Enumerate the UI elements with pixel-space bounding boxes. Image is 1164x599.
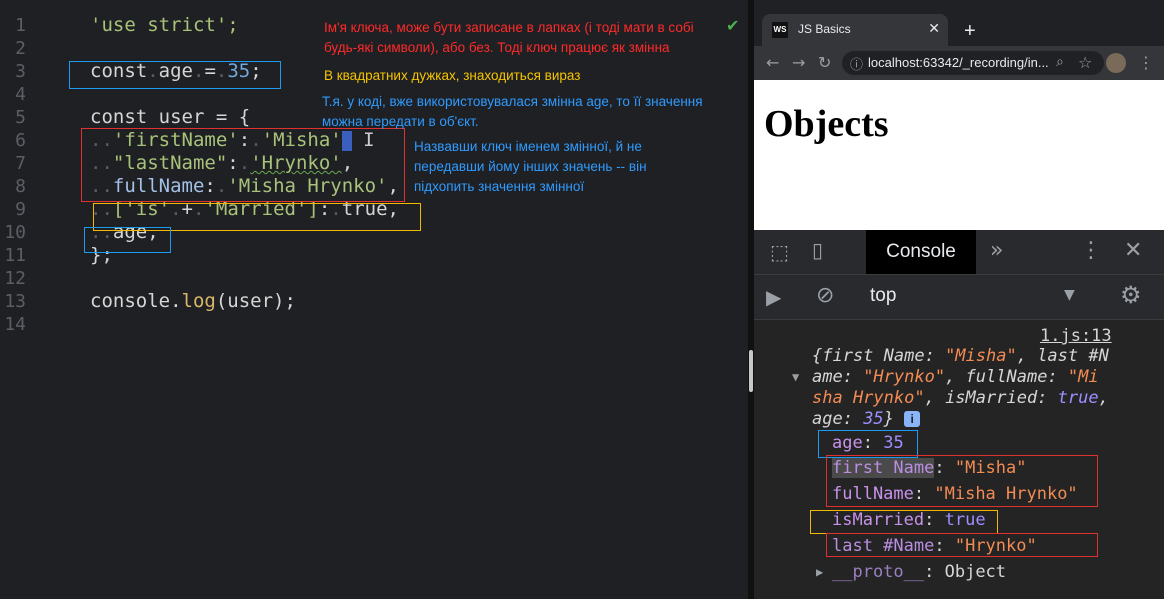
console-toolbar: ▶ ⊘ top ▼ ⚙ [754, 275, 1164, 320]
line-number: 5 [15, 107, 26, 128]
zoom-icon[interactable]: ⌕ [1056, 54, 1064, 70]
code-line-10: ..age, [90, 221, 159, 243]
code-editor[interactable]: 1 2 3 4 5 6 7 8 9 10 11 12 13 14 'use st… [0, 0, 748, 599]
property-row: fullName: "Misha Hrynko" [832, 484, 1078, 504]
gear-icon[interactable]: ⚙ [1120, 281, 1142, 309]
property-row: __proto__: Object [832, 562, 1007, 582]
code-line-8: ..fullName:.'Misha Hrynko', [90, 175, 399, 197]
reload-icon[interactable]: ↻ [818, 53, 831, 72]
page-viewport: Objects [754, 80, 1164, 230]
address-bar[interactable]: ⓘ localhost:63342/_recording/in... [842, 51, 1104, 75]
note-computed-key: В квадратних дужках, знаходиться вираз [324, 68, 581, 83]
text-cursor [341, 130, 352, 151]
tab-console[interactable]: Console [866, 230, 976, 274]
object-summary-line: {first Name: "Misha", last #N [812, 346, 1109, 366]
sidebar-toggle-icon[interactable]: ▶ [766, 285, 781, 309]
line-number: 4 [15, 84, 26, 105]
object-summary-line: ame: "Hrynko", fullName: "Mi [812, 367, 1099, 387]
inspect-element-icon[interactable]: ⬚ [770, 240, 789, 264]
browser-tab[interactable]: WS JS Basics ✕ [762, 14, 948, 46]
line-number: 3 [15, 61, 26, 82]
note-age-variable: Т.я. у коді, вже використовувалася змінн… [322, 94, 703, 129]
property-row: isMarried: true [832, 510, 986, 530]
line-number: 2 [15, 38, 26, 59]
new-tab-icon[interactable]: + [964, 20, 976, 43]
line-number: 1 [15, 15, 26, 36]
more-tabs-icon[interactable]: » [990, 238, 1003, 263]
code-line-3: const.age.=.35; [90, 60, 262, 82]
line-number: 7 [15, 153, 26, 174]
code-line-5: const user = { [90, 106, 251, 128]
resize-handle[interactable] [749, 350, 753, 392]
object-summary-line: age: 35} i [812, 409, 921, 430]
forward-icon[interactable]: → [792, 53, 805, 72]
expand-arrow-icon[interactable]: ▼ [792, 367, 799, 388]
info-badge-icon[interactable]: i [904, 411, 921, 427]
bookmark-star-icon[interactable]: ☆ [1078, 53, 1092, 72]
browser-window: WS JS Basics ✕ + ← → ↻ ⓘ localhost:63342… [754, 0, 1164, 599]
code-line-13: console.log(user); [90, 290, 296, 312]
line-number: 12 [4, 268, 26, 289]
info-icon[interactable]: ⓘ [850, 54, 863, 73]
note-quoted-keys: Ім'я ключа, може бути записане в лапках … [324, 20, 694, 55]
webstorm-favicon-icon: WS [772, 22, 788, 38]
clear-console-icon[interactable]: ⊘ [816, 283, 834, 308]
code-line-9: ..['is'.+.'Married']:.true, [90, 198, 399, 220]
code-line-6: ..'firstName':.'Misha' I [90, 129, 375, 151]
object-summary-line: sha Hrynko", isMarried: true, [812, 388, 1109, 408]
source-link[interactable]: 1.js:13 [1040, 326, 1112, 346]
code-line-7: .."lastName":.'Hrynko', [90, 152, 354, 174]
back-icon[interactable]: ← [766, 53, 779, 72]
url-text: localhost:63342/_recording/in... [868, 55, 1049, 70]
close-devtools-icon[interactable]: ✕ [1124, 238, 1142, 263]
code-line-11: }; [90, 244, 113, 266]
menu-dots-icon[interactable]: ⋮ [1138, 53, 1154, 72]
page-heading: Objects [764, 103, 889, 145]
code-line-1: 'use strict'; [90, 14, 239, 36]
console-output: 1.js:13 {first Name: "Misha", last #N ▼ … [754, 320, 1164, 599]
property-row: last #Name: "Hrynko" [832, 536, 1037, 556]
line-number: 9 [15, 199, 26, 220]
tab-title: JS Basics [798, 22, 851, 36]
avatar[interactable] [1106, 53, 1126, 73]
devtools-menu-icon[interactable]: ⋮ [1080, 238, 1102, 263]
devtools-tab-bar: ⬚ ▯ Console » ⋮ ✕ [754, 230, 1164, 275]
line-number: 11 [4, 245, 26, 266]
line-number: 6 [15, 130, 26, 151]
line-number: 14 [4, 314, 26, 335]
line-number: 10 [4, 222, 26, 243]
context-selector[interactable]: top [870, 285, 896, 307]
chevron-down-icon[interactable]: ▼ [1064, 287, 1075, 303]
note-shorthand: Назвавши ключ іменем змінної, й не перед… [414, 139, 647, 194]
property-row: age: 35 [832, 433, 904, 453]
device-toggle-icon[interactable]: ▯ [812, 238, 823, 262]
collapse-arrow-icon[interactable]: ▶ [816, 562, 823, 583]
close-tab-icon[interactable]: ✕ [928, 20, 940, 37]
property-row: first Name: "Misha" [832, 458, 1027, 478]
tab-bar: WS JS Basics ✕ + [754, 0, 1164, 46]
line-number: 8 [15, 176, 26, 197]
line-number: 13 [4, 291, 26, 312]
browser-toolbar: ← → ↻ ⓘ localhost:63342/_recording/in...… [754, 46, 1164, 80]
checkmark-icon: ✔ [726, 16, 740, 35]
